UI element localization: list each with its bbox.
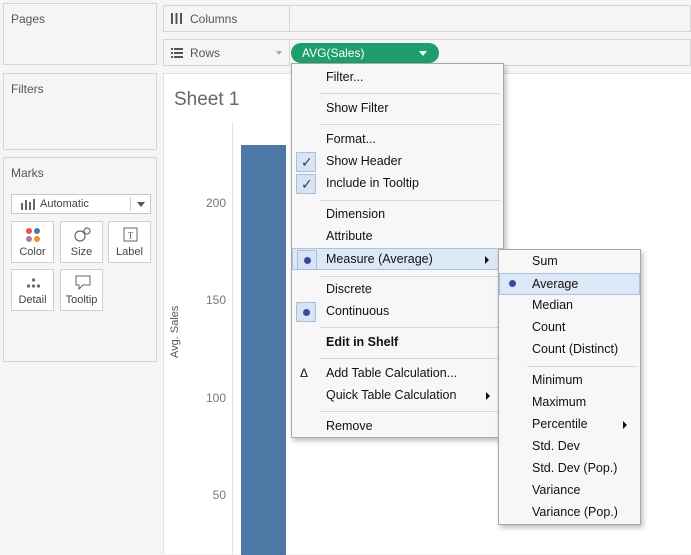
color-icon — [26, 228, 40, 242]
menu-separator — [320, 276, 500, 277]
menu-separator — [320, 411, 500, 412]
menu-separator — [320, 124, 500, 125]
y-tick-label: 200 — [205, 196, 226, 210]
chart-bar[interactable] — [241, 144, 286, 555]
menu-separator — [320, 93, 500, 94]
color-label: Color — [19, 246, 46, 258]
menu-item-dimension[interactable]: Dimension — [292, 204, 503, 226]
menu-separator — [527, 366, 637, 367]
color-button[interactable]: Color — [11, 221, 54, 263]
text-label-icon: T — [123, 227, 138, 242]
label-button[interactable]: T Label — [108, 221, 151, 263]
radio-selected — [297, 250, 317, 270]
detail-icon — [26, 278, 41, 288]
columns-icon — [171, 13, 182, 24]
menu-separator — [320, 327, 500, 328]
y-tick-label: 100 — [205, 391, 226, 405]
menu-item-continuous[interactable]: Continuous — [292, 301, 503, 323]
submenu-item-percentile[interactable]: Percentile — [499, 414, 640, 436]
pill-context-menu: Filter... Show Filter Format... ✓ Show H… — [291, 63, 504, 438]
chevron-down-icon[interactable] — [419, 51, 427, 56]
menu-item-format[interactable]: Format... — [292, 129, 503, 151]
mark-type-label: Automatic — [40, 198, 89, 210]
submenu-item-minimum[interactable]: Minimum — [499, 370, 640, 392]
menu-item-show-header[interactable]: ✓ Show Header — [292, 151, 503, 173]
chevron-down-icon — [137, 202, 145, 207]
columns-shelf[interactable]: Columns — [163, 5, 691, 32]
bar-chart-icon — [21, 199, 35, 210]
dropdown-divider — [130, 197, 131, 211]
rows-dropdown-icon[interactable] — [276, 51, 282, 55]
svg-text:T: T — [128, 231, 134, 241]
menu-item-quick-table-calculation[interactable]: Quick Table Calculation — [292, 385, 503, 407]
radio-selected — [296, 302, 316, 322]
mark-type-dropdown[interactable]: Automatic — [11, 194, 151, 214]
submenu-item-std-dev[interactable]: Std. Dev — [499, 436, 640, 458]
size-icon — [74, 227, 91, 242]
submenu-item-count-distinct[interactable]: Count (Distinct) — [499, 339, 640, 361]
y-axis-label: Avg. Sales — [169, 305, 181, 358]
size-label: Size — [70, 246, 93, 258]
menu-item-measure-average[interactable]: Measure (Average) — [292, 248, 503, 270]
pill-label: AVG(Sales) — [302, 46, 365, 60]
menu-item-filter[interactable]: Filter... — [292, 67, 503, 89]
submenu-item-maximum[interactable]: Maximum — [499, 392, 640, 414]
submenu-item-variance[interactable]: Variance — [499, 480, 640, 502]
columns-label: Columns — [190, 12, 238, 26]
submenu-item-median[interactable]: Median — [499, 295, 640, 317]
menu-item-discrete[interactable]: Discrete — [292, 279, 503, 301]
submenu-arrow-icon — [486, 392, 490, 400]
filters-title: Filters — [11, 82, 44, 96]
speech-bubble-icon — [75, 275, 91, 291]
shelf-divider — [289, 6, 290, 31]
y-axis-line — [232, 122, 233, 555]
avg-sales-pill[interactable]: AVG(Sales) — [291, 43, 439, 63]
rows-label: Rows — [190, 46, 221, 60]
marks-panel: Marks Automatic Color Size T Label Detai… — [3, 157, 157, 362]
tooltip-label: Tooltip — [65, 294, 98, 306]
radio-dot-icon — [304, 257, 311, 264]
submenu-item-average[interactable]: Average — [499, 273, 640, 295]
radio-dot-icon — [303, 309, 310, 316]
submenu-arrow-icon — [485, 256, 489, 264]
menu-item-add-table-calculation[interactable]: Δ Add Table Calculation... — [292, 363, 503, 385]
submenu-item-std-dev-pop[interactable]: Std. Dev (Pop.) — [499, 458, 640, 480]
menu-item-include-in-tooltip[interactable]: ✓ Include in Tooltip — [292, 173, 503, 195]
detail-label: Detail — [18, 294, 47, 306]
menu-item-edit-in-shelf[interactable]: Edit in Shelf — [292, 332, 503, 354]
checkbox-checked: ✓ — [296, 174, 316, 194]
y-tick-label: 150 — [205, 293, 226, 307]
filters-panel[interactable]: Filters — [3, 73, 157, 150]
y-tick-label: 50 — [212, 488, 226, 502]
detail-button[interactable]: Detail — [11, 269, 54, 311]
checkmark-icon: ✓ — [301, 176, 313, 192]
checkbox-checked: ✓ — [296, 152, 316, 172]
tooltip-button[interactable]: Tooltip — [60, 269, 103, 311]
submenu-item-sum[interactable]: Sum — [499, 251, 640, 273]
radio-dot-icon — [509, 280, 516, 287]
measure-submenu: Sum Average Median Count Count (Distinct… — [498, 249, 641, 525]
menu-separator — [320, 358, 500, 359]
delta-icon: Δ — [300, 366, 309, 380]
menu-item-remove[interactable]: Remove — [292, 416, 503, 438]
size-button[interactable]: Size — [60, 221, 103, 263]
submenu-arrow-icon — [623, 421, 627, 429]
rows-icon — [171, 48, 183, 58]
menu-separator — [320, 200, 500, 201]
pages-panel: Pages — [3, 3, 157, 65]
submenu-item-variance-pop[interactable]: Variance (Pop.) — [499, 502, 640, 524]
marks-title: Marks — [11, 166, 44, 180]
submenu-item-count[interactable]: Count — [499, 317, 640, 339]
menu-item-show-filter[interactable]: Show Filter — [292, 98, 503, 120]
label-label: Label — [116, 246, 143, 258]
pages-title: Pages — [11, 12, 46, 26]
checkmark-icon: ✓ — [301, 154, 313, 170]
shelf-divider — [289, 40, 290, 65]
menu-item-attribute[interactable]: Attribute — [292, 226, 503, 248]
sheet-title: Sheet 1 — [174, 89, 240, 110]
